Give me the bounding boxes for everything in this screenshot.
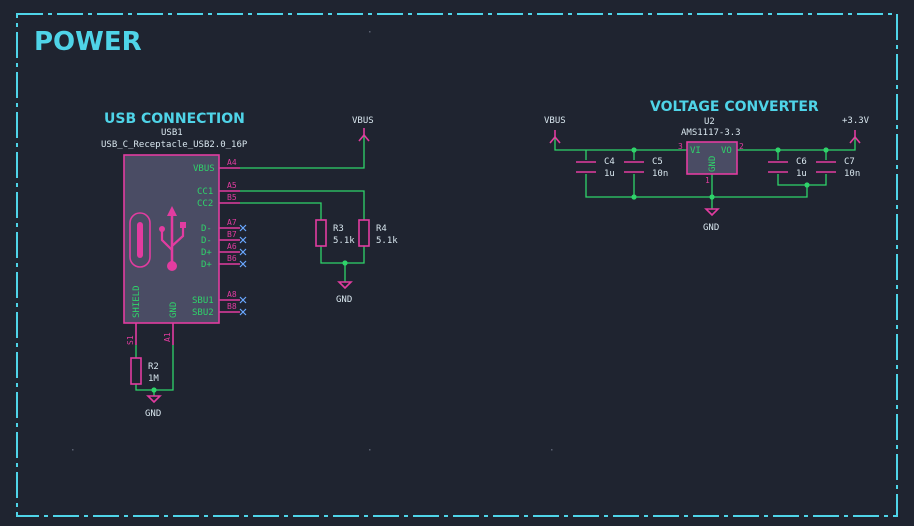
capacitor-c7[interactable]: C7 10n bbox=[816, 157, 860, 179]
svg-text:R3: R3 bbox=[333, 224, 344, 234]
usb-value: USB_C_Receptacle_USB2.0_16P bbox=[101, 140, 248, 150]
svg-text:A6: A6 bbox=[227, 242, 237, 251]
svg-text:10n: 10n bbox=[844, 169, 860, 179]
svg-text:GND: GND bbox=[703, 223, 719, 233]
usb-c-tongue bbox=[137, 222, 143, 258]
svg-text:A4: A4 bbox=[227, 158, 237, 167]
svg-text:5.1k: 5.1k bbox=[376, 236, 398, 246]
capacitor-c6[interactable]: C6 1u bbox=[768, 157, 807, 179]
svg-text:R2: R2 bbox=[148, 362, 159, 372]
page-title: POWER bbox=[34, 27, 142, 57]
svg-text:+3.3V: +3.3V bbox=[842, 116, 870, 126]
svg-text:VBUS: VBUS bbox=[352, 116, 374, 126]
svg-text:CC2: CC2 bbox=[197, 199, 213, 209]
capacitor-c5[interactable]: C5 10n bbox=[624, 157, 668, 179]
svg-text:SBU1: SBU1 bbox=[192, 296, 214, 306]
schematic-canvas: POWER USB CONNECTION USB1 USB_C_Receptac… bbox=[16, 13, 898, 517]
svg-text:S1: S1 bbox=[126, 335, 135, 345]
svg-text:R4: R4 bbox=[376, 224, 387, 234]
svg-text:GND: GND bbox=[169, 302, 179, 318]
usb-section-header: USB CONNECTION bbox=[104, 111, 245, 127]
regulator-u2[interactable]: VI VO GND 3 2 1 bbox=[678, 141, 744, 185]
no-connect-icon bbox=[239, 236, 247, 244]
no-connect-icon bbox=[239, 224, 247, 232]
capacitor-c4[interactable]: C4 1u bbox=[576, 157, 615, 179]
vreg-value: AMS1117-3.3 bbox=[681, 128, 741, 138]
vreg-section: VOLTAGE CONVERTER U2 AMS1117-3.3 VBUS +3… bbox=[544, 99, 870, 233]
svg-text:VO: VO bbox=[721, 146, 732, 156]
svg-text:A5: A5 bbox=[227, 181, 237, 190]
svg-text:B5: B5 bbox=[227, 193, 237, 202]
svg-text:SHIELD: SHIELD bbox=[132, 285, 142, 318]
resistor-r3[interactable]: R3 5.1k bbox=[315, 219, 355, 247]
no-connect-icon bbox=[239, 308, 247, 316]
usb-ref: USB1 bbox=[161, 128, 183, 138]
svg-text:D-: D- bbox=[201, 236, 212, 246]
svg-text:10n: 10n bbox=[652, 169, 668, 179]
svg-text:1M: 1M bbox=[148, 374, 159, 384]
svg-text:3: 3 bbox=[678, 142, 683, 151]
v33-power-symbol: +3.3V bbox=[842, 116, 870, 144]
svg-text:D+: D+ bbox=[201, 260, 212, 270]
no-connect-icon bbox=[239, 260, 247, 268]
svg-text:C7: C7 bbox=[844, 157, 855, 167]
svg-text:GND: GND bbox=[708, 156, 718, 172]
svg-text:VBUS: VBUS bbox=[193, 164, 215, 174]
svg-text:1: 1 bbox=[705, 176, 710, 185]
svg-text:C4: C4 bbox=[604, 157, 615, 167]
svg-text:VBUS: VBUS bbox=[544, 116, 566, 126]
svg-text:VI: VI bbox=[690, 146, 701, 156]
no-connect-icon bbox=[239, 296, 247, 304]
vreg-section-header: VOLTAGE CONVERTER bbox=[650, 99, 819, 115]
svg-text:C6: C6 bbox=[796, 157, 807, 167]
svg-text:A8: A8 bbox=[227, 290, 237, 299]
svg-text:2: 2 bbox=[739, 142, 744, 151]
svg-text:C5: C5 bbox=[652, 157, 663, 167]
svg-text:GND: GND bbox=[336, 295, 352, 305]
svg-text:D+: D+ bbox=[201, 248, 212, 258]
resistor-r2[interactable]: R2 1M bbox=[130, 357, 159, 385]
gnd-symbol: GND bbox=[336, 281, 353, 305]
svg-text:1u: 1u bbox=[796, 169, 807, 179]
usb-section: USB CONNECTION USB1 USB_C_Receptacle_USB… bbox=[101, 111, 398, 419]
svg-text:B8: B8 bbox=[227, 302, 237, 311]
svg-text:B7: B7 bbox=[227, 230, 237, 239]
svg-text:5.1k: 5.1k bbox=[333, 236, 355, 246]
vbus-power-symbol: VBUS bbox=[352, 116, 374, 142]
resistor-r4[interactable]: R4 5.1k bbox=[358, 219, 398, 247]
svg-text:CC1: CC1 bbox=[197, 187, 213, 197]
svg-text:A7: A7 bbox=[227, 218, 237, 227]
no-connect-icon bbox=[239, 248, 247, 256]
gnd-symbol: GND bbox=[145, 395, 162, 419]
gnd-symbol: GND bbox=[703, 208, 720, 233]
vreg-ref: U2 bbox=[704, 117, 715, 127]
svg-text:B6: B6 bbox=[227, 254, 237, 263]
svg-text:1u: 1u bbox=[604, 169, 615, 179]
svg-text:SBU2: SBU2 bbox=[192, 308, 214, 318]
svg-text:D-: D- bbox=[201, 224, 212, 234]
svg-text:GND: GND bbox=[145, 409, 161, 419]
svg-text:A1: A1 bbox=[163, 332, 172, 342]
